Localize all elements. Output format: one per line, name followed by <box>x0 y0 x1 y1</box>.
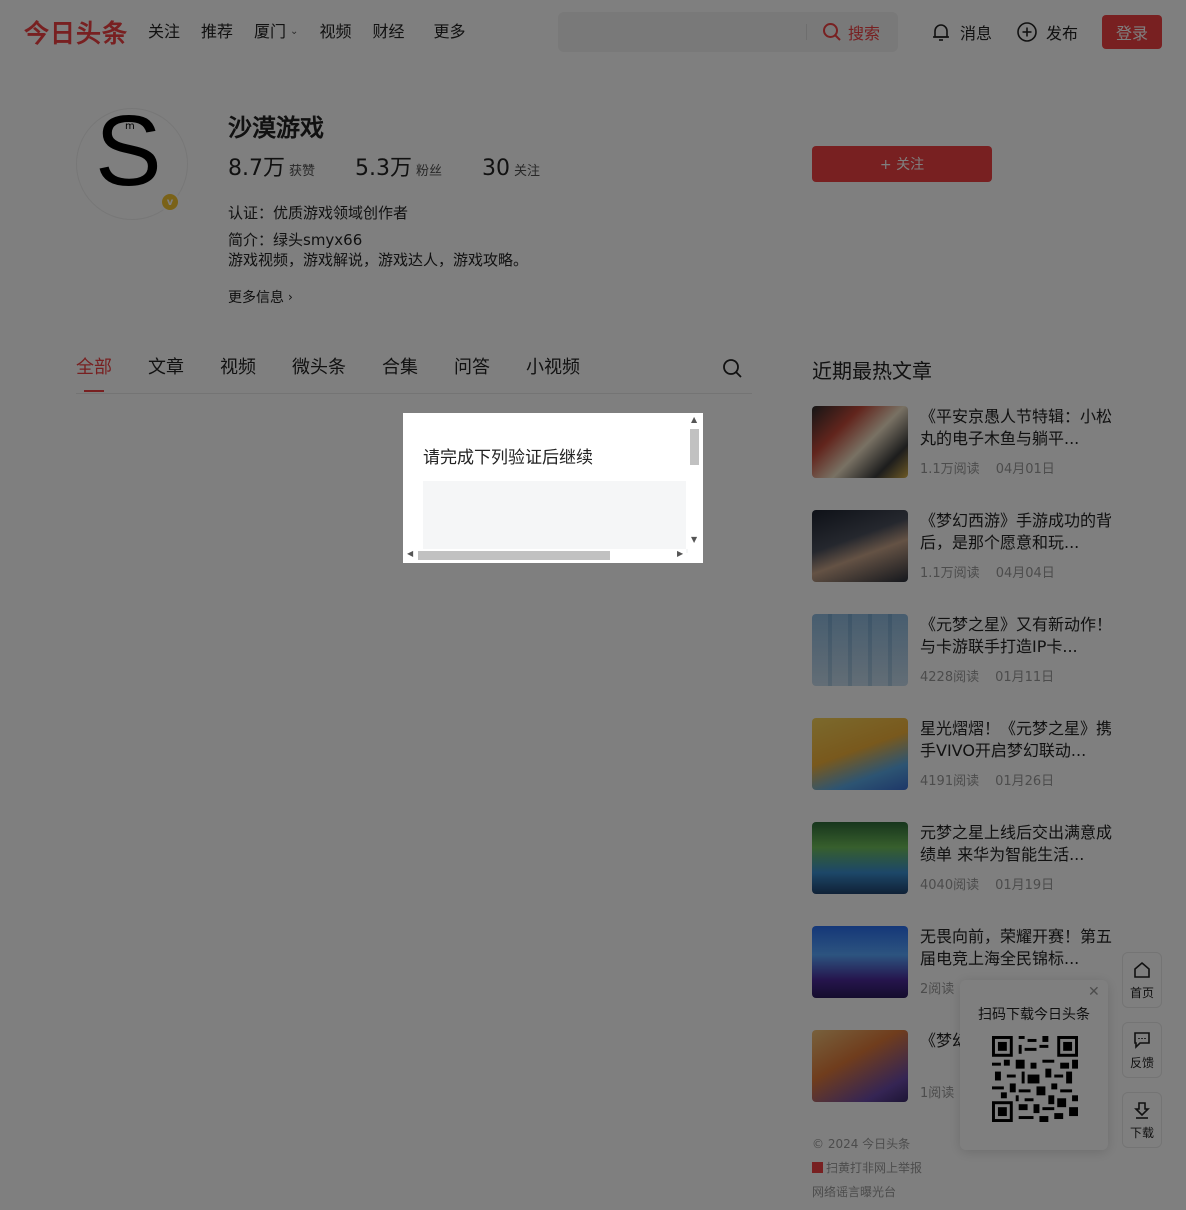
scroll-left-arrow-icon[interactable]: ◀ <box>407 549 413 558</box>
verification-area[interactable] <box>423 481 688 553</box>
scroll-down-arrow-icon[interactable]: ▼ <box>691 535 697 544</box>
scrollbar-thumb[interactable] <box>690 429 699 465</box>
modal-overlay <box>0 0 1186 1210</box>
scroll-up-arrow-icon[interactable]: ▲ <box>691 415 697 424</box>
scrollbar-thumb[interactable] <box>418 551 610 560</box>
verification-modal: 请完成下列验证后继续 <box>403 413 703 563</box>
modal-vertical-scrollbar[interactable]: ▲ ▼ <box>686 413 703 549</box>
scroll-right-arrow-icon[interactable]: ▶ <box>677 549 683 558</box>
modal-horizontal-scrollbar[interactable]: ◀ ▶ <box>403 549 686 563</box>
modal-title: 请完成下列验证后继续 <box>423 448 593 468</box>
